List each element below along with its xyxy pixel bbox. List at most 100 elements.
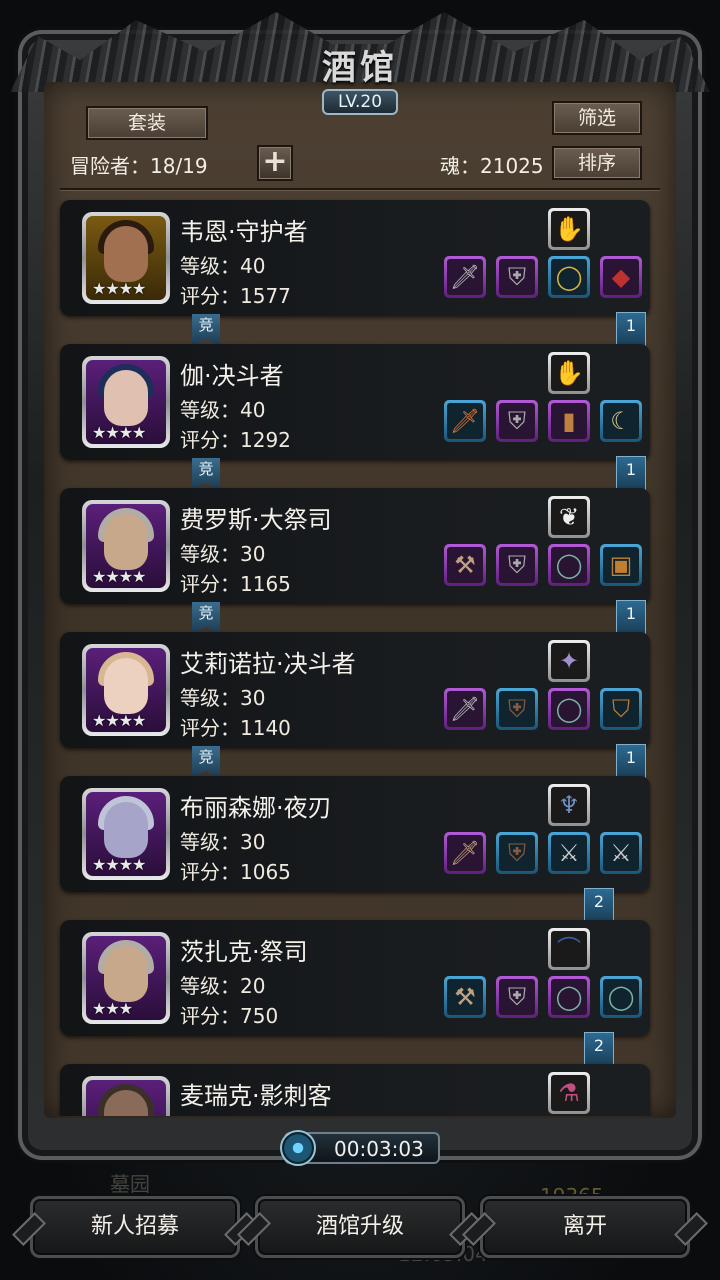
plus-icon: + [262, 144, 288, 179]
divider [60, 188, 660, 190]
hero-name: 费罗斯·大祭司 [180, 506, 332, 534]
star-rating: ★★★★ [92, 423, 146, 442]
ring-slot[interactable]: ◯ [548, 976, 590, 1018]
whip-slot[interactable]: ⌒ [548, 928, 590, 970]
shield-icon: ⛉ [612, 695, 630, 723]
hero-portrait[interactable]: ★★★★ [82, 788, 170, 880]
star-rating: ★★★★ [92, 279, 146, 298]
hero-card[interactable]: ★★★★ 布丽森娜·夜刃 等级：30 评分：1065 ♆ 🗡 ⛨ ⚔ ⚔ [60, 776, 650, 892]
whip-icon: ⌒ [557, 935, 581, 963]
hero-portrait[interactable]: ★★★ [82, 932, 170, 1024]
hero-row[interactable]: ★★★★ 韦恩·守护者 等级：40 评分：1577 ✋ 🗡 ⛨ ◯ ◆ 竞 1 [60, 196, 656, 352]
hero-row[interactable]: ★★★★ 伽·决斗者 等级：40 评分：1292 ✋ 🗡 ⛨ ▮ ☾ 竞 1 [60, 340, 656, 496]
armor-slot[interactable]: ⛨ [496, 976, 538, 1018]
ring-slot[interactable]: ◯ [548, 544, 590, 586]
gauntlet-slot[interactable]: ✋ [548, 208, 590, 250]
ring-icon: ◯ [555, 263, 583, 291]
star-rating: ★★★★ [92, 855, 146, 874]
crystal-icon: ✦ [558, 647, 580, 675]
hero-list[interactable]: ★★★★ 韦恩·守护者 等级：40 评分：1577 ✋ 🗡 ⛨ ◯ ◆ 竞 1 … [56, 196, 660, 1116]
weapon-slot[interactable]: 🗡 [444, 688, 486, 730]
claw-slot[interactable]: ⚔ [548, 832, 590, 874]
star-rating: ★★★ [92, 999, 133, 1018]
armor-slot[interactable]: ⛨ [496, 544, 538, 586]
sword-icon: 🗡 [449, 407, 481, 435]
leather-armor-icon: ⛨ [508, 695, 526, 723]
hero-card[interactable]: 麦瑞克·影刺客 ⚗ [60, 1064, 650, 1116]
sort-button[interactable]: 排序 [552, 146, 642, 180]
hero-card[interactable]: ★★★★ 韦恩·守护者 等级：40 评分：1577 ✋ 🗡 ⛨ ◯ ◆ [60, 200, 650, 316]
weapon-slot[interactable]: ⚒ [444, 976, 486, 1018]
add-slot-button[interactable]: + [257, 145, 293, 181]
tavern-level-badge: LV.20 [322, 89, 398, 115]
hero-score: 评分：750 [180, 1004, 279, 1028]
hero-level: 等级：40 [180, 254, 266, 278]
hero-card[interactable]: ★★★★ 费罗斯·大祭司 等级：30 评分：1165 ❦ ⚒ ⛨ ◯ ▣ [60, 488, 650, 604]
hero-level: 等级：30 [180, 542, 266, 566]
graveyard-label: 墓园 [110, 1172, 150, 1196]
feather-icon: ❦ [558, 503, 580, 531]
weapon-slot[interactable]: 🗡 [444, 832, 486, 874]
armor-icon: ⛨ [508, 551, 526, 579]
sword-icon: 🗡 [449, 263, 481, 291]
timer-text: 00:03:03 [334, 1137, 424, 1161]
hero-score: 评分：1065 [180, 860, 291, 884]
hero-name: 艾莉诺拉·决斗者 [180, 650, 356, 678]
amulet-icon: ♆ [558, 791, 580, 819]
gauntlet-icon: ✋ [554, 359, 584, 387]
soul-count: 魂：21025 [440, 154, 544, 178]
crystal-slot[interactable]: ✦ [548, 640, 590, 682]
bracer-slot[interactable]: ▮ [548, 400, 590, 442]
weapon-slot[interactable]: 🗡 [444, 400, 486, 442]
hero-portrait[interactable]: ★★★★ [82, 356, 170, 448]
hero-card[interactable]: ★★★★ 伽·决斗者 等级：40 评分：1292 ✋ 🗡 ⛨ ▮ ☾ [60, 344, 650, 460]
trinket-slot[interactable]: ◆ [600, 256, 642, 298]
upgrade-tavern-button[interactable]: 酒馆升级 [255, 1196, 465, 1258]
feather-slot[interactable]: ❦ [548, 496, 590, 538]
recruit-button[interactable]: 新人招募 [30, 1196, 240, 1258]
potion-icon: ⚗ [558, 1079, 580, 1107]
hero-score: 评分：1577 [180, 284, 291, 308]
hero-card[interactable]: ★★★★ 艾莉诺拉·决斗者 等级：30 评分：1140 ✦ 🗡 ⛨ ◯ ⛉ [60, 632, 650, 748]
page-title: 酒馆 [322, 48, 398, 88]
item-slot[interactable]: ⚗ [548, 1072, 590, 1114]
weapon-slot[interactable]: ⚒ [444, 544, 486, 586]
amulet-slot[interactable]: ♆ [548, 784, 590, 826]
hero-portrait[interactable]: ★★★★ [82, 212, 170, 304]
hero-name: 麦瑞克·影刺客 [180, 1082, 332, 1110]
filter-button[interactable]: 筛选 [552, 101, 642, 135]
armor-slot[interactable]: ⛨ [496, 832, 538, 874]
hero-score: 评分：1292 [180, 428, 291, 452]
hero-portrait[interactable]: ★★★★ [82, 644, 170, 736]
weapon-slot[interactable]: 🗡 [444, 256, 486, 298]
armor-slot[interactable]: ⛨ [496, 688, 538, 730]
hero-name: 韦恩·守护者 [180, 218, 308, 246]
hero-row[interactable]: 麦瑞克·影刺客 ⚗ [60, 1060, 656, 1116]
chest-slot[interactable]: ▣ [600, 544, 642, 586]
shield-slot[interactable]: ⛉ [600, 688, 642, 730]
hero-name: 布丽森娜·夜刃 [180, 794, 332, 822]
ring-slot[interactable]: ◯ [548, 256, 590, 298]
gauntlet-slot[interactable]: ✋ [548, 352, 590, 394]
armor-slot[interactable]: ⛨ [496, 256, 538, 298]
hero-row[interactable]: ★★★ 茨扎克·祭司 等级：20 评分：750 ⌒ ⚒ ⛨ ◯ ◯ 2 [60, 916, 656, 1072]
hero-score: 评分：1140 [180, 716, 291, 740]
set-button[interactable]: 套装 [86, 106, 208, 140]
ring-icon: ◯ [555, 983, 583, 1011]
bracer-icon: ▮ [562, 407, 576, 435]
leave-button[interactable]: 离开 [480, 1196, 690, 1258]
ring-offhand-slot[interactable]: ◯ [600, 976, 642, 1018]
ring-icon: ◯ [607, 983, 635, 1011]
hero-row[interactable]: ★★★★ 布丽森娜·夜刃 等级：30 评分：1065 ♆ 🗡 ⛨ ⚔ ⚔ 2 [60, 772, 656, 928]
hero-row[interactable]: ★★★★ 费罗斯·大祭司 等级：30 评分：1165 ❦ ⚒ ⛨ ◯ ▣ 竞 1 [60, 484, 656, 640]
hero-portrait[interactable]: ★★★★ [82, 500, 170, 592]
hero-row[interactable]: ★★★★ 艾莉诺拉·决斗者 等级：30 评分：1140 ✦ 🗡 ⛨ ◯ ⛉ 竞 … [60, 628, 656, 784]
claw-offhand-slot[interactable]: ⚔ [600, 832, 642, 874]
horn-slot[interactable]: ☾ [600, 400, 642, 442]
armor-slot[interactable]: ⛨ [496, 400, 538, 442]
hero-card[interactable]: ★★★ 茨扎克·祭司 等级：20 评分：750 ⌒ ⚒ ⛨ ◯ ◯ [60, 920, 650, 1036]
hero-portrait[interactable] [82, 1076, 170, 1116]
ring-slot[interactable]: ◯ [548, 688, 590, 730]
ring-icon: ◯ [555, 695, 583, 723]
clock-icon [280, 1130, 316, 1166]
